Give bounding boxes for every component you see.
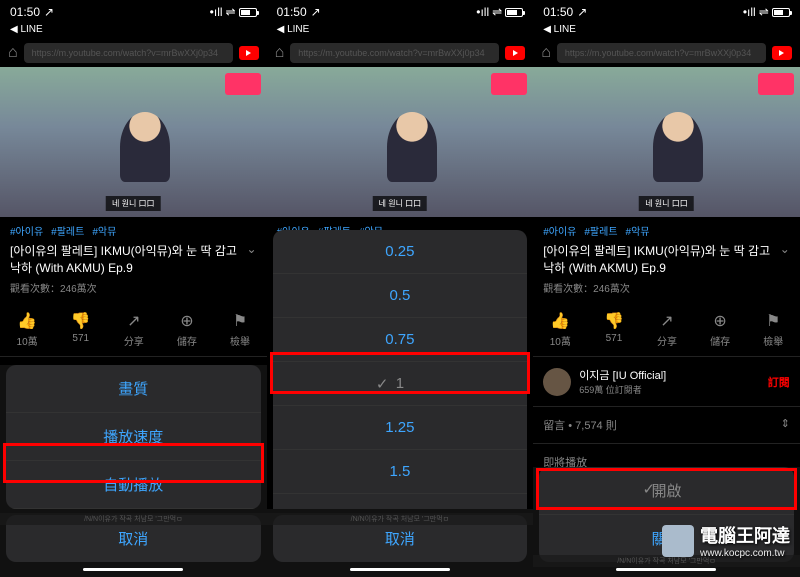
hashtags[interactable]: #아이유#팔레트#악뮤 [533,217,800,240]
speed-0-75[interactable]: 0.75 [273,318,528,362]
url-bar[interactable]: https://m.youtube.com/watch?v=mrBwXXj0p3… [557,43,766,63]
settings-sheet: 畫質 播放速度 自動播放 [6,365,261,509]
status-bar: 01:50↗ •ıll⇌ [267,0,534,24]
video-title[interactable]: [아이유의 팔레트] IKMU(아익뮤)와 눈 딱 감고 낙하 (With AK… [0,240,267,280]
channel-name[interactable]: 이지금 [IU Official] [579,367,768,383]
show-logo [758,73,794,95]
url-bar[interactable]: https://m.youtube.com/watch?v=mrBwXXj0p3… [290,43,499,63]
status-bar: 01:50↗ •ıll⇌ [0,0,267,24]
subscribe-button[interactable]: 訂閱 [768,374,790,390]
video-player[interactable]: 네 원니 口口 [0,67,267,217]
caption: 네 원니 口口 [106,196,161,211]
url-bar[interactable]: https://m.youtube.com/watch?v=mrBwXXj0p3… [24,43,233,63]
like-button[interactable]: 👍10萬 [17,311,38,348]
status-bar: 01:50↗ •ıll⇌ [533,0,800,24]
watermark: 電腦王阿達 www.kocpc.com.tw [662,522,790,559]
youtube-icon[interactable] [772,46,792,60]
chevron-down-icon[interactable]: ⌄ [247,242,257,276]
speed-0-5[interactable]: 0.5 [273,274,528,318]
like-button[interactable]: 👍10萬 [550,311,571,348]
video-player[interactable]: 네 원니 口口 [267,67,534,217]
battery-icon [505,8,523,17]
watermark-icon [662,525,694,557]
home-indicator[interactable] [616,568,716,571]
speed-0-25[interactable]: 0.25 [273,230,528,274]
video-player[interactable]: 네 원니 口口 [533,67,800,217]
share-button[interactable]: ↗分享 [124,311,144,348]
back-to-app[interactable]: ◀ LINE [267,24,534,39]
home-icon[interactable]: ⌂ [275,44,285,62]
show-logo [225,73,261,95]
chevron-down-icon[interactable]: ⌄ [780,242,790,276]
battery-icon [239,8,257,17]
save-button[interactable]: ⊕儲存 [177,311,197,348]
home-icon[interactable]: ⌂ [541,44,551,62]
battery-icon [772,8,790,17]
share-button[interactable]: ↗分享 [657,311,677,348]
speed-1-5[interactable]: 1.5 [273,450,528,494]
expand-icon[interactable]: ⇕ [781,417,790,433]
view-count: 觀看次數：246萬次 [0,280,267,303]
home-icon[interactable]: ⌂ [8,44,18,62]
report-button[interactable]: ⚑檢舉 [230,311,250,348]
home-indicator[interactable] [83,568,183,571]
dislike-button[interactable]: 👎571 [71,311,91,348]
avatar[interactable] [543,368,571,396]
report-button[interactable]: ⚑檢舉 [763,311,783,348]
caption: 네 원니 口口 [639,196,694,211]
view-count: 觀看次數：246萬次 [533,280,800,303]
autoplay-option[interactable]: 自動播放 [6,461,261,509]
youtube-icon[interactable] [505,46,525,60]
home-indicator[interactable] [350,568,450,571]
back-to-app[interactable]: ◀ LINE [0,24,267,39]
hashtags[interactable]: #아이유#팔레트#악뮤 [0,217,267,240]
youtube-icon[interactable] [239,46,259,60]
caption: 네 원니 口口 [373,196,428,211]
comments-header[interactable]: 留言 • 7,574 則⇕ [533,407,800,444]
back-to-app[interactable]: ◀ LINE [533,24,800,39]
show-logo [491,73,527,95]
video-title[interactable]: [아이유의 팔레트] IKMU(아익뮤)와 눈 딱 감고 낙하 (With AK… [533,240,800,280]
quality-option[interactable]: 畫質 [6,365,261,413]
speed-1-25[interactable]: 1.25 [273,406,528,450]
speed-1[interactable]: 1 [273,362,528,406]
speed-option[interactable]: 播放速度 [6,413,261,461]
time: 01:50 [10,5,40,19]
save-button[interactable]: ⊕儲存 [710,311,730,348]
subscriber-count: 659萬 位訂閱者 [579,383,768,396]
dislike-button[interactable]: 👎571 [604,311,624,348]
autoplay-on[interactable]: 開啟 [539,467,794,515]
